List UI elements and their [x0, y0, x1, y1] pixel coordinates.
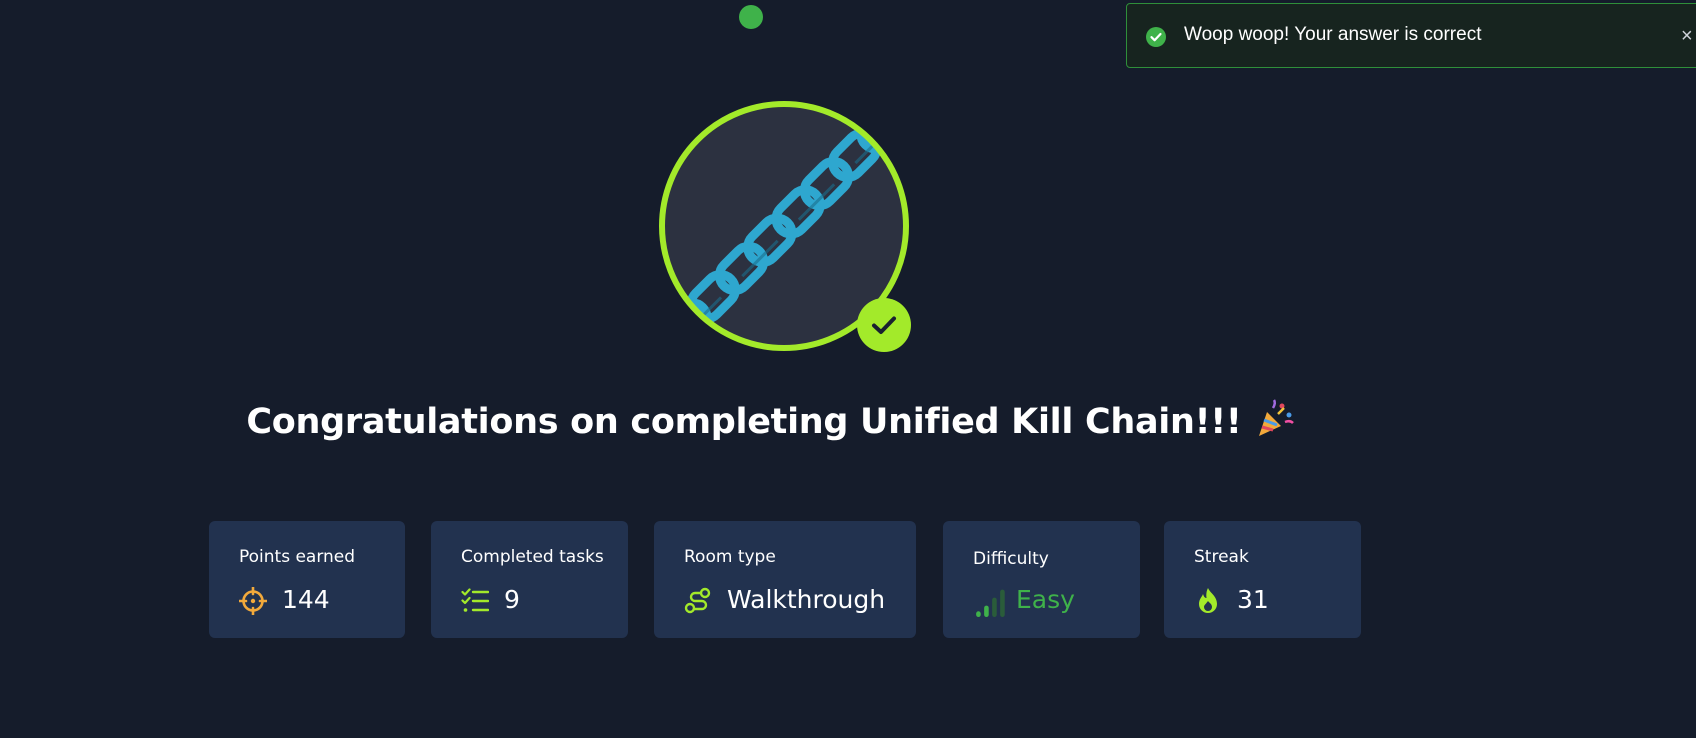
- crosshair-icon: [239, 587, 267, 615]
- toast-message: Woop woop! Your answer is correct: [1184, 24, 1482, 45]
- status-dot: [739, 5, 763, 29]
- stat-card-points: Points earned 144: [209, 521, 405, 638]
- stat-card-difficulty: Difficulty Easy: [943, 521, 1140, 638]
- party-popper-icon: [1258, 399, 1294, 436]
- stat-label-streak: Streak: [1194, 547, 1249, 567]
- room-completion-page: Woop woop! Your answer is correct × Cong…: [0, 0, 1696, 738]
- completion-title-text: Congratulations on completing Unified Ki…: [246, 402, 1242, 442]
- stat-label-tasks: Completed tasks: [461, 547, 604, 567]
- stat-label-difficulty: Difficulty: [973, 549, 1049, 569]
- stat-card-room-type: Room type Walkthrough: [654, 521, 916, 638]
- flame-icon: [1199, 588, 1217, 613]
- check-circle-icon: [1146, 27, 1166, 47]
- stat-value-streak: 31: [1237, 585, 1269, 614]
- stat-label-points: Points earned: [239, 547, 356, 567]
- success-toast: Woop woop! Your answer is correct ×: [1126, 3, 1696, 68]
- completion-title: Congratulations on completing Unified Ki…: [0, 399, 1540, 442]
- route-icon: [684, 587, 711, 614]
- stat-value-tasks: 9: [504, 585, 520, 614]
- signal-bars-icon: [976, 589, 1005, 617]
- stat-label-room-type: Room type: [684, 547, 776, 567]
- stat-card-tasks: Completed tasks 9: [431, 521, 628, 638]
- checklist-icon: [461, 588, 489, 612]
- completed-check-badge: [857, 298, 911, 352]
- stat-value-room-type: Walkthrough: [727, 585, 886, 614]
- checkmark-icon: [872, 316, 896, 334]
- toast-close-button[interactable]: ×: [1681, 24, 1693, 48]
- stat-card-streak: Streak 31: [1164, 521, 1361, 638]
- stat-value-difficulty: Easy: [1016, 585, 1075, 614]
- stat-value-points: 144: [282, 585, 330, 614]
